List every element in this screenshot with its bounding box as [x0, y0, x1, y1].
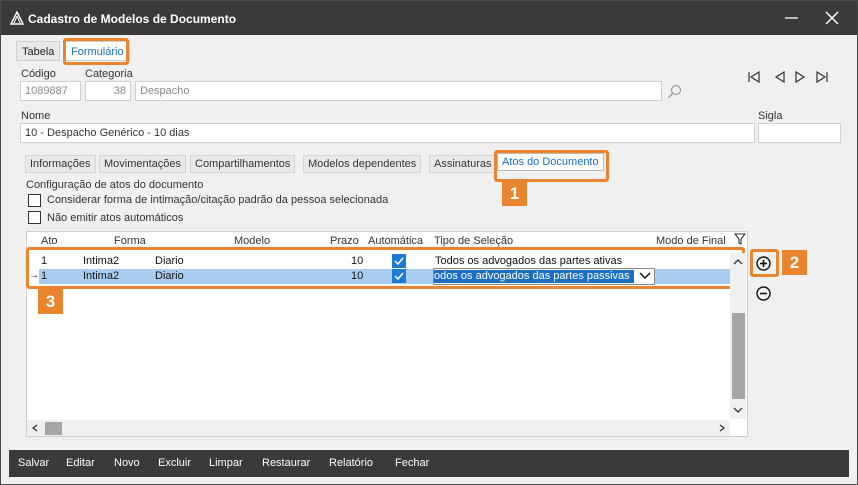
window-title: Cadastro de Modelos de Documento [28, 12, 237, 26]
next-record-icon[interactable] [793, 70, 807, 84]
novo-button[interactable]: Novo [114, 457, 140, 469]
badge-1: 1 [502, 181, 527, 206]
previous-record-icon[interactable] [773, 70, 787, 84]
tab-modelos-dependentes[interactable]: Modelos dependentes [303, 155, 422, 173]
tab-compartilhamentos[interactable]: Compartilhamentos [190, 155, 296, 173]
vertical-scroll-thumb[interactable] [732, 313, 745, 399]
remove-row-icon[interactable] [755, 285, 772, 302]
column-header-automatica[interactable]: Automática [368, 235, 423, 247]
title-bar: Cadastro de Modelos de Documento [1, 1, 857, 35]
close-icon[interactable] [823, 9, 841, 27]
limpar-button[interactable]: Limpar [209, 457, 243, 469]
main-window: Cadastro de Modelos de Documento Tabela … [0, 0, 858, 485]
tab-tabela[interactable]: Tabela [16, 41, 61, 61]
search-icon[interactable] [667, 84, 682, 99]
categoria-name-field[interactable]: Despacho [135, 81, 662, 101]
column-header-prazo[interactable]: Prazo [330, 235, 359, 247]
excluir-button[interactable]: Excluir [158, 457, 191, 469]
column-header-modelo[interactable]: Modelo [234, 235, 270, 247]
option2-checkbox[interactable] [28, 211, 41, 224]
horizontal-scrollbar[interactable] [27, 420, 730, 436]
last-record-icon[interactable] [815, 70, 829, 84]
horizontal-scroll-thumb[interactable] [45, 422, 62, 435]
tab-tabela-label: Tabela [22, 46, 55, 58]
option1-label: Considerar forma de intimação/citação pa… [47, 194, 389, 206]
nome-label: Nome [21, 110, 51, 122]
fechar-button[interactable]: Fechar [395, 457, 429, 469]
tab-assinaturas[interactable]: Assinaturas [429, 155, 497, 173]
scroll-right-icon[interactable] [717, 423, 727, 433]
app-logo-icon [10, 11, 24, 25]
option2-label: Não emitir atos automáticos [47, 212, 184, 224]
column-header-forma[interactable]: Forma [114, 235, 146, 247]
option1-checkbox[interactable] [28, 194, 41, 207]
minimize-icon[interactable] [783, 9, 799, 25]
relatorio-button[interactable]: Relatório [329, 457, 373, 469]
first-record-icon[interactable] [747, 70, 761, 84]
sigla-label: Sigla [758, 110, 783, 122]
scroll-up-icon[interactable] [732, 257, 744, 267]
nome-field[interactable]: 10 - Despacho Genérico - 10 dias [20, 123, 755, 143]
badge-2: 2 [782, 250, 807, 275]
filter-icon[interactable] [734, 233, 746, 245]
highlight-grid-rows [26, 247, 745, 289]
column-header-modo-final[interactable]: Modo de Final [656, 235, 726, 247]
config-section-title: Configuração de atos do documento [26, 179, 204, 191]
highlight-add-button [750, 249, 779, 277]
salvar-button[interactable]: Salvar [18, 457, 49, 469]
categoria-code-field[interactable]: 38 [85, 81, 131, 101]
tab-informacoes[interactable]: Informações [25, 155, 96, 173]
codigo-field[interactable]: 1089887 [20, 81, 81, 101]
highlight-formulario [63, 38, 129, 65]
column-header-tipo-selecao[interactable]: Tipo de Seleção [434, 235, 513, 247]
categoria-label: Categoria [85, 68, 133, 80]
restaurar-button[interactable]: Restaurar [262, 457, 310, 469]
scroll-left-icon[interactable] [30, 423, 40, 433]
sigla-field[interactable] [758, 123, 841, 143]
highlight-atos-tab [494, 150, 609, 182]
tab-movimentacoes[interactable]: Movimentações [99, 155, 187, 173]
scroll-down-icon[interactable] [732, 405, 744, 415]
column-header-ato[interactable]: Ato [41, 235, 58, 247]
badge-3: 3 [38, 289, 63, 314]
codigo-label: Código [21, 68, 56, 80]
editar-button[interactable]: Editar [66, 457, 95, 469]
